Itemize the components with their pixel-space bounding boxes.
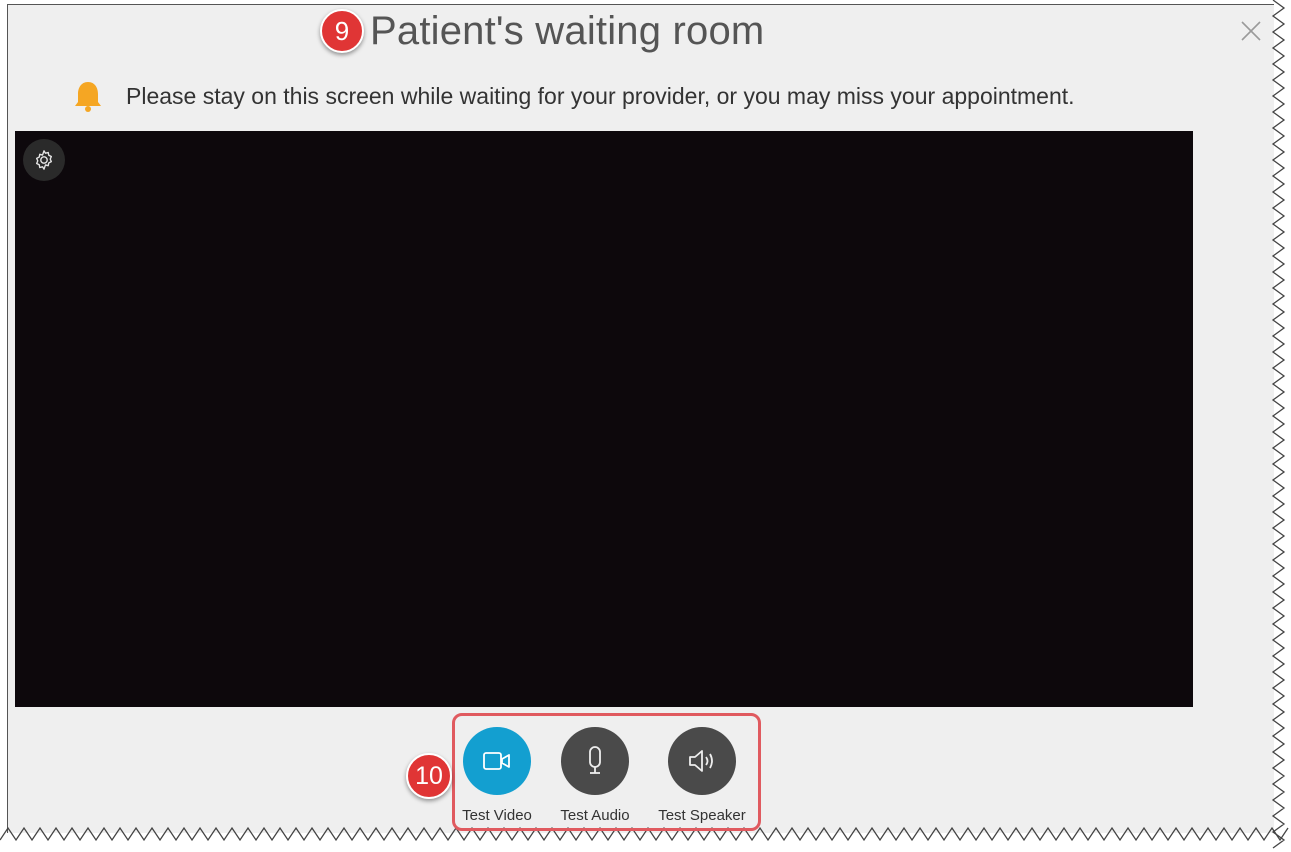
page-title: Patient's waiting room [370, 8, 765, 53]
test-audio-circle[interactable] [561, 727, 629, 795]
speaker-icon [689, 750, 713, 772]
title-row: 9 Patient's waiting room [320, 8, 764, 54]
test-speaker-button[interactable]: Test Speaker [647, 727, 757, 824]
test-video-circle[interactable] [463, 727, 531, 795]
screenshot-frame: 9 Patient's waiting room Please stay on … [0, 0, 1291, 852]
test-video-label: Test Video [462, 807, 532, 824]
video-preview [15, 131, 1193, 707]
test-audio-button[interactable]: Test Audio [540, 727, 650, 824]
torn-edge-right [1271, 0, 1286, 849]
close-icon[interactable] [1236, 16, 1266, 46]
test-speaker-circle[interactable] [668, 727, 736, 795]
settings-button[interactable] [23, 139, 65, 181]
test-video-button[interactable]: Test Video [442, 727, 552, 824]
bell-icon [75, 82, 101, 112]
gear-icon [35, 150, 53, 170]
waiting-notice: Please stay on this screen while waiting… [70, 78, 1075, 114]
test-audio-label: Test Audio [560, 807, 630, 824]
video-camera-icon [483, 752, 510, 770]
test-speaker-label: Test Speaker [658, 807, 746, 824]
microphone-icon [589, 746, 601, 774]
step-badge-9: 9 [320, 9, 364, 53]
notice-text: Please stay on this screen while waiting… [126, 82, 1075, 109]
